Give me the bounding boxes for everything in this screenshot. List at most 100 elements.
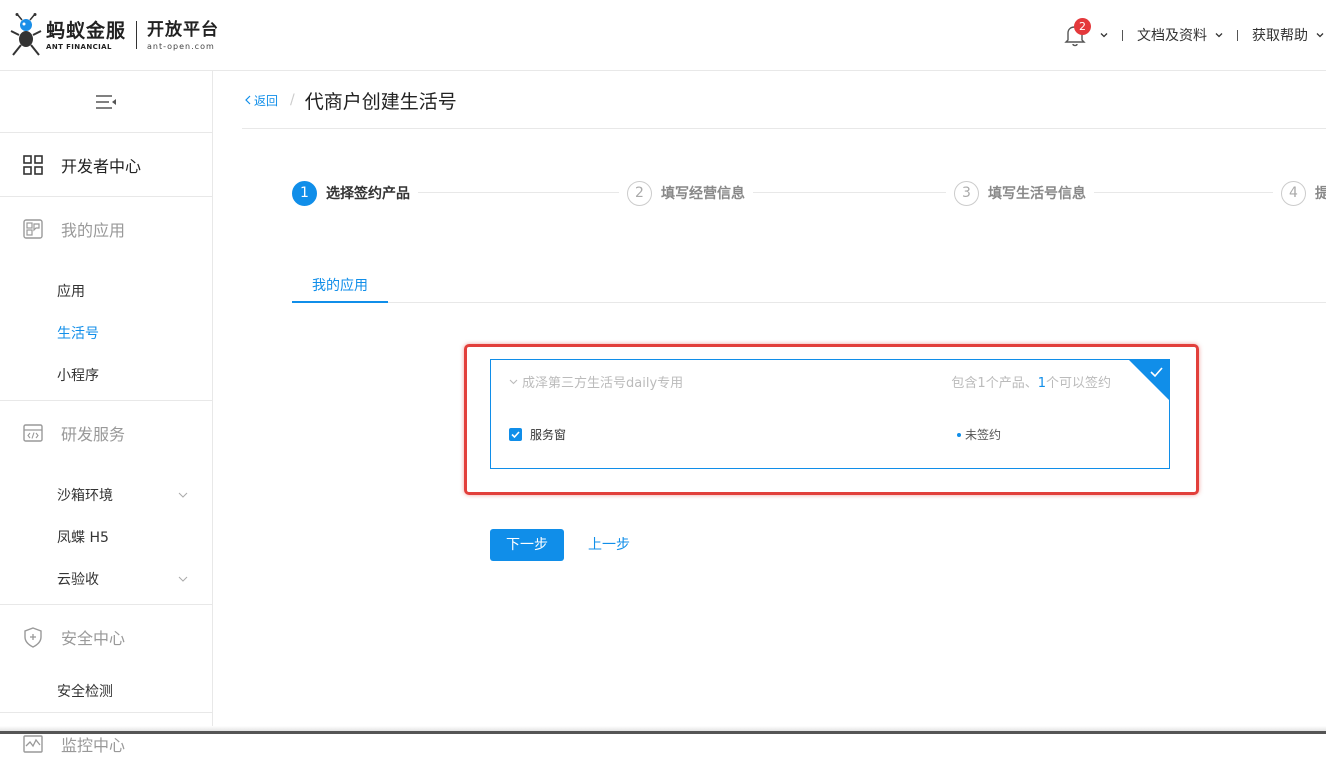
sidebar-item-fengdie-h5[interactable]: 凤蝶 H5: [0, 516, 212, 558]
previous-step-button[interactable]: 上一步: [588, 529, 630, 561]
count-number: 1: [1037, 376, 1046, 391]
top-header: 蚂蚁金服 ANT FINANCIAL 开放平台 ant-open.com 2 文…: [0, 0, 1326, 71]
apps-icon: [23, 218, 43, 239]
grid-icon: [23, 154, 43, 175]
chevron-down-icon: [1215, 33, 1223, 38]
back-label: 返回: [254, 93, 279, 108]
sidebar-item-label: 生活号: [57, 326, 99, 342]
sidebar-item-label: 凤蝶 H5: [57, 530, 109, 546]
logo-divider: [136, 21, 138, 49]
tab-bar: 我的应用: [292, 274, 1326, 303]
back-link[interactable]: 返回: [244, 92, 278, 109]
notification-badge: 2: [1074, 18, 1091, 35]
sidebar-group-security[interactable]: 安全中心: [0, 605, 212, 668]
checkmark-icon: [511, 431, 520, 439]
product-name: 服务窗: [530, 428, 567, 442]
monitor-chart-icon: [23, 735, 43, 753]
step-label: 提交: [1315, 186, 1326, 202]
shield-icon: [24, 626, 42, 648]
step-number: 1: [292, 180, 317, 206]
logo-en-text: ANT FINANCIAL: [46, 42, 112, 51]
sidebar-section-monitor: 监控中心: [0, 713, 212, 775]
header-divider: [1237, 29, 1238, 41]
tab-my-apps[interactable]: 我的应用: [292, 274, 388, 303]
sidebar-item-label: 开发者中心: [61, 156, 142, 176]
sidebar-group-dev-services[interactable]: 研发服务: [0, 401, 212, 464]
platform-name: 开放平台: [147, 20, 220, 40]
app-name: 成泽第三方生活号daily专用: [522, 376, 684, 391]
ant-financial-logo[interactable]: 蚂蚁金服 ANT FINANCIAL 开放平台 ant-open.com: [8, 12, 219, 58]
sidebar-group-label: 安全中心: [61, 628, 126, 648]
sidebar-item-sandbox[interactable]: 沙箱环境: [0, 474, 212, 516]
step-3: 3 填写生活号信息: [946, 180, 1094, 206]
sidebar-item-apps[interactable]: 应用: [0, 270, 212, 312]
chevron-down-icon: [509, 379, 518, 385]
sidebar-group-label: 我的应用: [61, 220, 126, 240]
app-product-card[interactable]: 成泽第三方生活号daily专用 包含1个产品、1个可以签约 服务窗 未签约: [490, 359, 1170, 469]
help-label: 获取帮助: [1252, 28, 1308, 44]
collapse-sidebar-button[interactable]: [0, 71, 212, 133]
chevron-left-icon: [245, 95, 251, 105]
sidebar-item-security-check[interactable]: 安全检测: [0, 670, 212, 712]
count-prefix: 包含1个产品、: [951, 376, 1038, 391]
help-menu[interactable]: 获取帮助: [1252, 25, 1326, 45]
sidebar-item-mini-program[interactable]: 小程序: [0, 354, 212, 396]
docs-menu[interactable]: 文档及资料: [1137, 25, 1223, 45]
sidebar-item-label: 应用: [57, 284, 85, 300]
step-label: 填写经营信息: [661, 186, 745, 202]
code-window-icon: [23, 423, 43, 442]
status-dot: [957, 432, 961, 437]
count-suffix: 个可以签约: [1045, 376, 1111, 391]
sidebar-group-monitor[interactable]: 监控中心: [0, 713, 212, 775]
sidebar-section-security: 安全中心 安全检测: [0, 605, 212, 713]
header-divider: [1122, 29, 1123, 41]
sidebar-section-dev-services: 研发服务 沙箱环境 凤蝶 H5 云验收: [0, 401, 212, 605]
chevron-down-icon: [178, 492, 188, 498]
main-content: 返回 / 代商户创建生活号 1 选择签约产品 2 填写经营信息 3 填写生活号信…: [214, 71, 1326, 734]
chevron-down-icon: [1316, 33, 1324, 38]
chevron-down-icon: [178, 576, 188, 582]
step-progress: 1 选择签约产品 2 填写经营信息 3 填写生活号信息 4 提交: [292, 180, 1326, 206]
sidebar-item-label: 安全检测: [57, 684, 113, 700]
product-checkbox[interactable]: [509, 428, 522, 441]
menu-fold-icon: [96, 94, 116, 109]
sidebar-item-label: 小程序: [57, 368, 99, 384]
docs-label: 文档及资料: [1137, 28, 1207, 44]
step-4: 4 提交: [1273, 180, 1326, 206]
chevron-down-icon: [1100, 33, 1108, 38]
app-name-row[interactable]: 成泽第三方生活号daily专用: [509, 372, 683, 391]
breadcrumb: 返回 / 代商户创建生活号: [244, 87, 457, 113]
platform-domain: ant-open.com: [147, 42, 215, 51]
sidebar-group-label: 监控中心: [61, 736, 126, 755]
product-count: 包含1个产品、1个可以签约: [951, 372, 1111, 391]
bell-icon[interactable]: 2: [1064, 18, 1091, 48]
next-step-button[interactable]: 下一步: [490, 529, 564, 561]
step-2: 2 填写经营信息: [619, 180, 753, 206]
page-title: 代商户创建生活号: [304, 90, 457, 113]
sidebar-item-life-account[interactable]: 生活号: [0, 312, 212, 354]
sidebar-item-label: 云验收: [57, 572, 99, 588]
product-row[interactable]: 服务窗: [509, 426, 566, 443]
ant-logo-icon: [10, 13, 42, 56]
sidebar-item-cloud-acceptance[interactable]: 云验收: [0, 558, 212, 600]
logo-cn-text: 蚂蚁金服: [46, 19, 127, 42]
sidebar-section-developer-center: 开发者中心: [0, 133, 212, 197]
header-actions: 2 文档及资料 获取帮助: [1064, 18, 1326, 52]
step-1: 1 选择签约产品: [292, 180, 418, 206]
sidebar: 开发者中心 我的应用 应用 生活号 小程序 研发服务 沙箱环境 凤蝶 H5 云验…: [0, 71, 213, 755]
selected-check-icon: [1129, 360, 1169, 400]
sidebar-item-developer-center[interactable]: 开发者中心: [0, 133, 212, 196]
sidebar-group-my-apps[interactable]: 我的应用: [0, 197, 212, 260]
sidebar-section-my-apps: 我的应用 应用 生活号 小程序: [0, 197, 212, 401]
step-number: 2: [627, 180, 652, 206]
notification-menu[interactable]: 2: [1064, 18, 1108, 48]
sidebar-item-label: 沙箱环境: [57, 488, 113, 504]
product-status: 未签约: [957, 426, 1001, 443]
divider: [242, 128, 1326, 129]
step-connector-line: [292, 192, 1326, 193]
step-label: 选择签约产品: [326, 186, 410, 202]
